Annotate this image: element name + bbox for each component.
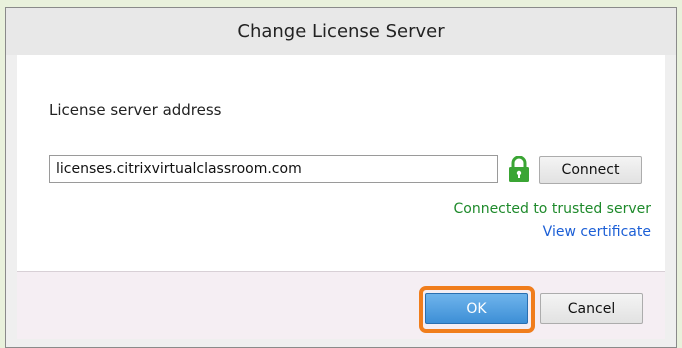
license-server-address-label: License server address — [49, 101, 222, 119]
ok-button[interactable]: OK — [425, 293, 528, 324]
dialog-footer: OK Cancel — [17, 271, 665, 339]
view-certificate-link[interactable]: View certificate — [543, 224, 651, 240]
cancel-button[interactable]: Cancel — [540, 293, 643, 324]
change-license-server-dialog: Change License Server License server add… — [5, 7, 677, 348]
connect-button[interactable]: Connect — [539, 156, 642, 184]
lock-icon — [509, 156, 529, 182]
dialog-content: License server address Connect Connected… — [17, 55, 665, 271]
connection-status-text: Connected to trusted server — [453, 201, 651, 217]
dialog-title: Change License Server — [237, 21, 445, 42]
dialog-title-bar: Change License Server — [6, 8, 676, 55]
license-server-address-input[interactable] — [49, 155, 498, 183]
